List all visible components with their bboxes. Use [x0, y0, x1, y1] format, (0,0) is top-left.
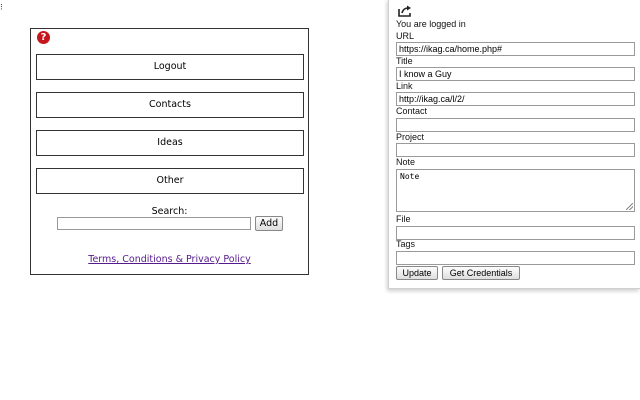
- ideas-button[interactable]: Ideas: [36, 130, 304, 156]
- url-label: URL: [396, 31, 415, 41]
- contacts-button[interactable]: Contacts: [36, 92, 304, 118]
- link-label: Link: [396, 81, 413, 91]
- note-label: Note: [396, 157, 416, 167]
- note-textarea[interactable]: Note: [396, 169, 635, 212]
- tags-field[interactable]: [396, 251, 635, 265]
- title-label: Title: [396, 56, 413, 66]
- share-icon[interactable]: [398, 5, 412, 17]
- add-button[interactable]: Add: [255, 216, 283, 231]
- help-icon[interactable]: ?: [37, 31, 50, 44]
- terms-link[interactable]: Terms, Conditions & Privacy Policy: [31, 254, 308, 265]
- edge-glyph: ⁝: [0, 3, 3, 13]
- url-field[interactable]: https://ikag.ca/home.php#: [396, 42, 635, 56]
- project-field[interactable]: [396, 143, 635, 157]
- contact-label: Contact: [396, 106, 428, 116]
- file-field[interactable]: [396, 226, 635, 240]
- logout-button[interactable]: Logout: [36, 54, 304, 80]
- update-button[interactable]: Update: [396, 266, 438, 280]
- get-credentials-button[interactable]: Get Credentials: [442, 266, 520, 280]
- tags-label: Tags: [396, 239, 416, 249]
- search-input[interactable]: [57, 217, 251, 230]
- login-status: You are logged in: [396, 19, 466, 29]
- extension-popup: You are logged in URL https://ikag.ca/ho…: [388, 0, 640, 289]
- contact-field[interactable]: [396, 118, 635, 132]
- note-text: Note: [400, 172, 420, 181]
- resize-grip-icon[interactable]: [626, 203, 633, 210]
- title-field[interactable]: I know a Guy: [396, 67, 635, 81]
- main-menu-panel: ? Logout Contacts Ideas Other Search: Ad…: [30, 28, 309, 275]
- project-label: Project: [396, 132, 425, 142]
- other-button[interactable]: Other: [36, 168, 304, 194]
- page: ⁝ ? Logout Contacts Ideas Other Search: …: [0, 0, 640, 400]
- file-label: File: [396, 214, 411, 224]
- link-field[interactable]: http://ikag.ca/l/2/: [396, 92, 635, 106]
